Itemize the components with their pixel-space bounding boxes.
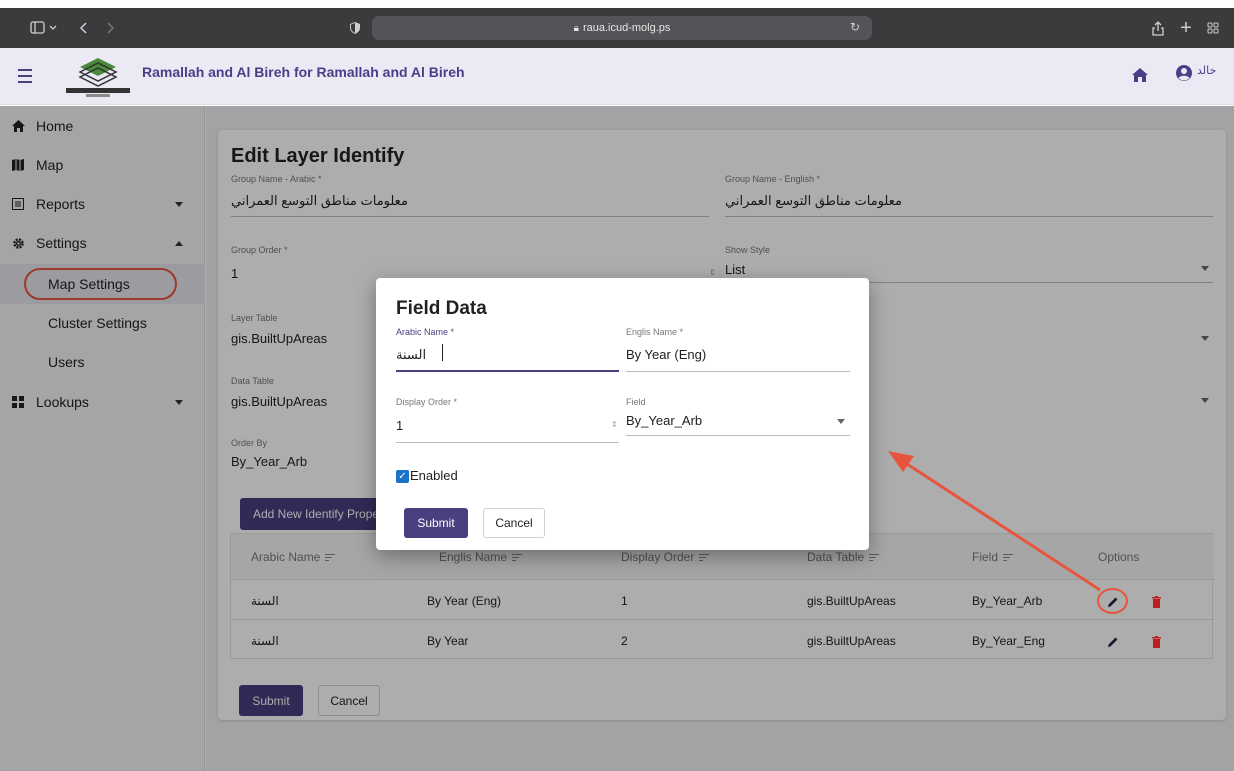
address-bar[interactable]: 🔒︎ raua.icud-molg.ps ↻ (372, 16, 872, 40)
enabled-label: Enabled (410, 468, 458, 483)
text-cursor (442, 344, 443, 361)
suda-logo (60, 53, 136, 99)
field-underline (626, 371, 850, 372)
window-top-edge (0, 0, 1234, 8)
back-icon[interactable] (74, 8, 94, 48)
delete-icon[interactable] (1152, 595, 1161, 608)
home-icon[interactable] (1130, 65, 1150, 85)
sidebar-toggle-icon[interactable] (28, 8, 62, 48)
field-label: Field (626, 397, 646, 407)
dialog-cancel-button[interactable]: Cancel (483, 508, 545, 538)
reload-icon[interactable]: ↻ (850, 20, 860, 34)
arabic-name-input[interactable]: السنة (396, 347, 426, 363)
user-name: خالد (1197, 65, 1217, 77)
field-select[interactable]: By_Year_Arb (626, 413, 702, 428)
address-bar-url: raua.icud-molg.ps (582, 22, 671, 34)
dialog-submit-button[interactable]: Submit (404, 508, 468, 538)
user-account-icon[interactable] (1175, 64, 1193, 82)
app-title: Ramallah and Al Bireh for Ramallah and A… (142, 64, 465, 80)
focused-underline (396, 370, 619, 372)
arabic-name-label: Arabic Name * (396, 327, 455, 337)
field-underline (396, 442, 619, 443)
chevron-down-icon[interactable] (837, 419, 845, 424)
annotation-circle (1097, 588, 1128, 614)
display-order-input[interactable]: 1 (396, 418, 403, 433)
edit-icon[interactable] (1107, 635, 1119, 647)
tab-overview-icon[interactable] (1203, 8, 1223, 48)
dialog-title: Field Data (396, 298, 487, 319)
englis-name-label: Englis Name * (626, 327, 684, 337)
forward-icon[interactable] (100, 8, 120, 48)
privacy-shield-icon[interactable] (345, 8, 365, 48)
display-order-label: Display Order * (396, 397, 458, 407)
new-tab-icon[interactable]: + (1176, 8, 1196, 48)
enabled-checkbox[interactable]: ✓ (396, 470, 409, 483)
lock-icon: 🔒︎ (573, 22, 579, 34)
menu-icon[interactable] (14, 64, 38, 88)
spinner-icon[interactable]: ⇕ (611, 420, 618, 429)
browser-toolbar: 🔒︎ raua.icud-molg.ps ↻ + (0, 8, 1234, 48)
field-underline (626, 435, 850, 436)
delete-icon[interactable] (1152, 635, 1161, 648)
englis-name-input[interactable]: By Year (Eng) (626, 347, 706, 362)
share-icon[interactable] (1148, 8, 1168, 48)
